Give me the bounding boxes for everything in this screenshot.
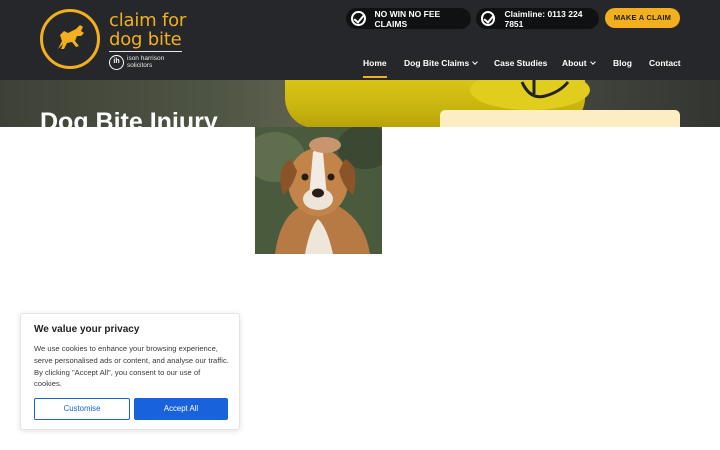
cookie-consent-banner: We value your privacy We use cookies to … <box>20 313 240 430</box>
logo-line-1: claim for <box>109 10 187 31</box>
claimline-link[interactable]: Claimline: 0113 224 7851 <box>476 8 599 29</box>
nav-item-contact[interactable]: Contact <box>649 58 681 68</box>
no-win-no-fee-label: NO WIN NO FEE CLAIMS <box>374 8 441 29</box>
leash-graphic <box>520 80 570 99</box>
customise-button[interactable]: Customise <box>34 398 130 420</box>
cookie-title: We value your privacy <box>34 324 140 335</box>
nav-item-dog-bite-claims[interactable]: Dog Bite Claims <box>404 58 479 68</box>
logo-divider <box>109 51 182 52</box>
check-circle-icon <box>351 11 366 26</box>
dog-photo <box>255 127 382 254</box>
nav-item-label: Dog Bite Claims <box>404 58 470 68</box>
main-nav: Home Dog Bite Claims Case Studies About … <box>0 58 720 72</box>
site-header: claim for dog bite ih ison harrison soli… <box>0 0 720 80</box>
chevron-down-icon <box>472 59 479 65</box>
nav-item-case-studies[interactable]: Case Studies <box>494 58 547 68</box>
chevron-down-icon <box>589 59 596 65</box>
check-circle-icon <box>481 11 496 26</box>
nav-item-label: About <box>562 58 587 68</box>
no-win-no-fee-link[interactable]: NO WIN NO FEE CLAIMS <box>346 8 471 29</box>
nav-item-home[interactable]: Home <box>363 58 387 68</box>
cookie-description: We use cookies to enhance your browsing … <box>34 344 229 389</box>
hero-title: Dog Bite Injury <box>40 108 218 128</box>
nav-item-about[interactable]: About <box>562 58 596 68</box>
logo-wordmark: claim for dog bite <box>109 11 186 49</box>
hero-claim-card <box>440 110 680 128</box>
make-a-claim-button[interactable]: MAKE A CLAIM <box>605 8 680 28</box>
logo-line-2: dog bite <box>109 29 182 50</box>
accept-all-button[interactable]: Accept All <box>134 398 228 420</box>
dog-icon <box>58 25 84 49</box>
hero-banner: Dog Bite Injury <box>0 80 720 128</box>
dog-photo-graphic <box>255 127 382 254</box>
nav-item-blog[interactable]: Blog <box>613 58 632 68</box>
claimline-label: Claimline: 0113 224 7851 <box>504 8 583 29</box>
nav-active-indicator <box>363 76 387 78</box>
page: claim for dog bite ih ison harrison soli… <box>0 0 720 450</box>
